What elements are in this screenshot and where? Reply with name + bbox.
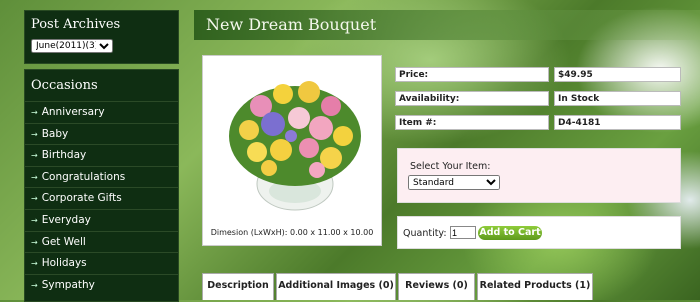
occasion-item-birthday[interactable]: → Birthday bbox=[25, 144, 178, 166]
occasion-label: Everyday bbox=[41, 213, 91, 226]
archives-select[interactable]: June(2011)(3) bbox=[31, 39, 113, 53]
occasion-item-congratulations[interactable]: → Congratulations bbox=[25, 165, 178, 188]
quantity-label: Quantity: bbox=[403, 228, 447, 239]
availability-value: In Stock bbox=[554, 91, 681, 106]
price-value: $49.95 bbox=[554, 67, 681, 82]
occasion-item-sympathy[interactable]: → Sympathy bbox=[25, 273, 178, 296]
occasion-item-everyday[interactable]: → Everyday bbox=[25, 208, 178, 231]
product-title-bar: New Dream Bouquet bbox=[194, 10, 700, 40]
arrow-icon: → bbox=[31, 280, 38, 290]
bouquet-image[interactable] bbox=[221, 66, 367, 216]
arrow-icon: → bbox=[31, 108, 38, 117]
item-number-label: Item #: bbox=[395, 115, 549, 130]
occasions-title: Occasions bbox=[31, 78, 98, 93]
arrow-icon: → bbox=[31, 259, 38, 269]
post-archives-panel: Post Archives June(2011)(3) bbox=[24, 10, 179, 64]
item-select[interactable]: Standard bbox=[408, 175, 500, 190]
occasion-label: Anniversary bbox=[41, 106, 105, 118]
occasion-item-get-well[interactable]: → Get Well bbox=[25, 230, 178, 253]
occasion-label: Corporate Gifts bbox=[41, 192, 122, 205]
quantity-input[interactable] bbox=[450, 226, 476, 239]
product-title: New Dream Bouquet bbox=[206, 15, 377, 34]
occasions-list: → Anniversary → Baby → Birthday → Congratula… bbox=[25, 101, 178, 295]
occasion-label: Holidays bbox=[41, 257, 87, 270]
select-item-label: Select Your Item: bbox=[410, 161, 491, 172]
occasion-label: Birthday bbox=[41, 149, 87, 162]
occasion-label: Congratulations bbox=[41, 170, 126, 183]
quantity-box: Quantity: Add to Cart bbox=[397, 216, 681, 249]
add-to-cart-button[interactable]: Add to Cart bbox=[478, 226, 542, 240]
tab-reviews[interactable]: Reviews (0) bbox=[398, 273, 475, 300]
item-number-value: D4-4181 bbox=[554, 115, 681, 130]
occasion-item-holidays[interactable]: → Holidays bbox=[25, 252, 178, 274]
tab-description[interactable]: Description bbox=[202, 273, 274, 300]
arrow-icon: → bbox=[31, 172, 38, 182]
arrow-icon: → bbox=[31, 215, 38, 225]
arrow-icon: → bbox=[31, 194, 38, 204]
occasion-item-baby[interactable]: → Baby bbox=[25, 122, 178, 145]
arrow-icon: → bbox=[31, 237, 38, 247]
arrow-icon: → bbox=[31, 129, 38, 139]
product-image-box: Dimesion (LxWxH): 0.00 x 11.00 x 10.00 bbox=[202, 55, 382, 246]
occasion-item-corporate-gifts[interactable]: → Corporate Gifts bbox=[25, 187, 178, 209]
arrow-icon: → bbox=[31, 151, 38, 161]
occasions-panel: Occasions → Anniversary → Baby → Birthday →… bbox=[24, 69, 179, 302]
occasion-label: Sympathy bbox=[41, 278, 95, 291]
occasion-label: Get Well bbox=[41, 235, 86, 248]
item-select-box: Select Your Item: Standard bbox=[397, 148, 681, 203]
post-archives-title: Post Archives bbox=[31, 17, 121, 32]
occasion-label: Baby bbox=[41, 127, 69, 140]
tab-additional-images[interactable]: Additional Images (0) bbox=[276, 273, 396, 300]
price-label: Price: bbox=[395, 67, 549, 82]
product-dimensions: Dimesion (LxWxH): 0.00 x 11.00 x 10.00 bbox=[210, 228, 374, 237]
availability-label: Availability: bbox=[395, 91, 549, 106]
occasion-item-anniversary[interactable]: → Anniversary bbox=[25, 101, 178, 123]
tab-related-products[interactable]: Related Products (1) bbox=[477, 273, 593, 300]
